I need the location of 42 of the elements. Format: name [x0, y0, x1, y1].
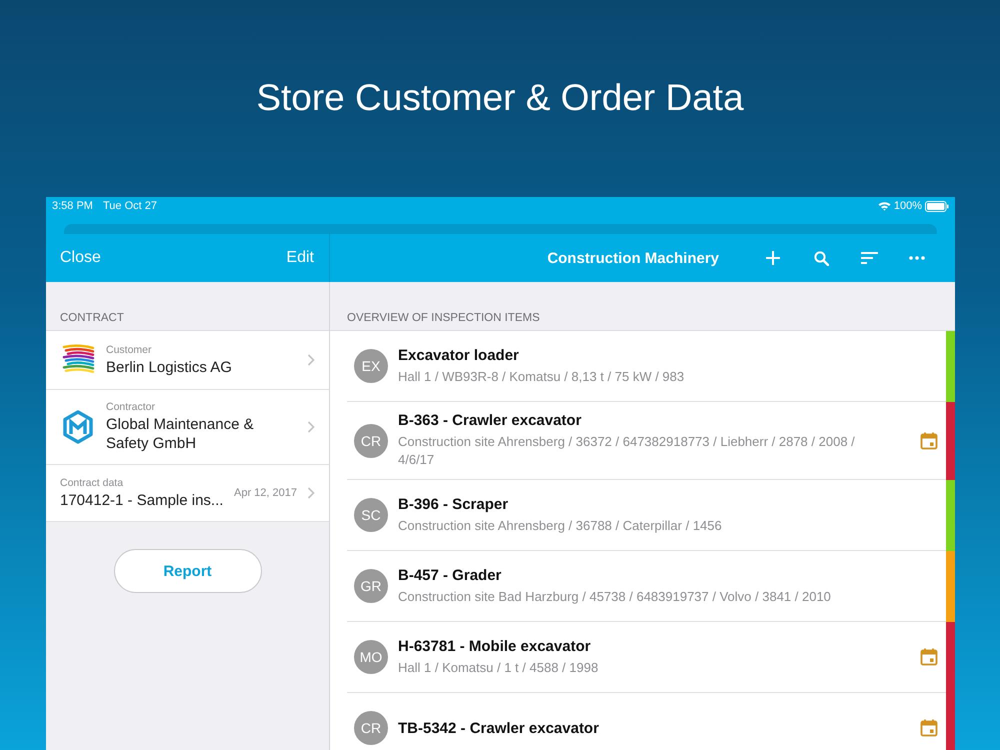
row-value: Global Maintenance & Safety GmbH — [106, 415, 255, 453]
contract-row[interactable]: Contractor Global Maintenance & Safety GmbH — [46, 390, 329, 465]
nav-title: Construction Machinery — [547, 250, 719, 266]
item-title[interactable]: H-63781 - Mobile excavator — [398, 638, 890, 654]
wifi-icon — [878, 201, 891, 211]
item-details: Construction site Ahrensberg / 36788 / Caterpillar / 1456 — [398, 516, 723, 534]
contract-date: Apr 12, 2017 — [234, 487, 297, 499]
contract-row[interactable]: Contract data 170412-1 - Sample ins... Apr 12, 2017 — [46, 465, 329, 522]
initials-avatar: CR — [354, 424, 388, 458]
row-value: 170412-1 - Sample ins... — [60, 490, 224, 510]
contract-row[interactable]: Customer Berlin Logistics AG — [46, 331, 329, 390]
item-title[interactable]: B-457 - Grader — [398, 566, 890, 584]
initials-avatar: CR — [354, 711, 388, 745]
item-details: Hall 1 / Komatsu / 1 t / 4588 / 1998 — [398, 658, 600, 676]
row-label: Contract data — [60, 476, 124, 488]
chevron-right-icon — [307, 487, 315, 499]
item-title[interactable]: TB-5342 - Crawler excavator — [398, 720, 890, 736]
initials-avatar: EX — [354, 349, 388, 383]
section-header: OVERVIEW OF INSPECTION ITEMS — [330, 282, 955, 331]
item-title[interactable]: Excavator loader — [398, 346, 890, 364]
item-details: Construction site Bad Harzburg / 45738 / 6483919737 / Volvo / 3841 / 2010 — [398, 588, 832, 606]
battery-icon — [925, 200, 949, 212]
status-date: Tue Oct 27 — [102, 200, 157, 212]
add-icon[interactable] — [766, 251, 780, 265]
initials-avatar: MO — [354, 640, 388, 674]
item-details: Hall 1 / WB93R-8 / Komatsu / 8,13 t / 75 kW / 983 — [398, 368, 686, 386]
row-label: Contractor — [106, 401, 156, 413]
status-time: 3:58 PM — [52, 200, 93, 212]
sort-icon[interactable] — [860, 252, 878, 264]
initials-avatar: SC — [354, 498, 388, 532]
row-value: Berlin Logistics AG — [106, 358, 233, 376]
chevron-right-icon — [307, 354, 315, 366]
item-details: Construction site Ahrensberg / 36372 / 647382918773 / Liebherr / 2878 / 2008 / 4/6/17 — [398, 433, 856, 469]
search-icon[interactable] — [814, 250, 828, 266]
row-label: Customer — [106, 344, 153, 356]
item-title[interactable]: B-363 - Crawler excavator — [398, 412, 890, 429]
chevron-right-icon — [307, 421, 315, 433]
initials-avatar: GR — [354, 569, 388, 603]
item-title[interactable]: B-396 - Scraper — [398, 496, 890, 512]
more-icon[interactable] — [909, 256, 925, 260]
battery-percent: 100% — [894, 200, 922, 212]
headline: Store Customer & Order Data — [255, 76, 745, 120]
